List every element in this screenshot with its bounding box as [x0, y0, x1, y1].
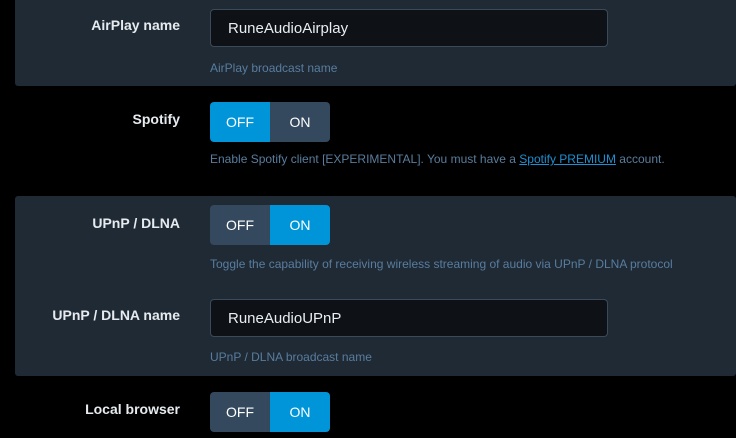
spotify-off-button[interactable]: OFF: [210, 102, 270, 142]
local-browser-label: Local browser: [85, 401, 180, 417]
spotify-help-prefix: Enable Spotify client [EXPERIMENTAL]. Yo…: [210, 152, 520, 166]
settings-page: AirPlay name AirPlay broadcast name Spot…: [0, 0, 736, 438]
upnp-name-label: UPnP / DLNA name: [52, 307, 180, 323]
spotify-label: Spotify: [132, 111, 180, 127]
spotify-help: Enable Spotify client [EXPERIMENTAL]. Yo…: [210, 152, 665, 166]
spotify-toggle[interactable]: OFF ON: [210, 102, 330, 142]
spotify-premium-link[interactable]: Spotify PREMIUM: [519, 152, 616, 166]
upnp-label: UPnP / DLNA: [92, 215, 180, 231]
airplay-name-help: AirPlay broadcast name: [210, 61, 338, 75]
local-browser-on-button[interactable]: ON: [270, 392, 330, 432]
local-browser-toggle[interactable]: OFF ON: [210, 392, 330, 432]
upnp-on-button[interactable]: ON: [270, 205, 330, 245]
spotify-help-suffix: account.: [615, 152, 665, 166]
upnp-off-button[interactable]: OFF: [210, 205, 270, 245]
airplay-name-input[interactable]: [210, 9, 608, 47]
upnp-help: Toggle the capability of receiving wirel…: [210, 257, 673, 271]
upnp-toggle[interactable]: OFF ON: [210, 205, 330, 245]
spotify-on-button[interactable]: ON: [270, 102, 330, 142]
upnp-name-help: UPnP / DLNA broadcast name: [210, 350, 372, 364]
local-browser-off-button[interactable]: OFF: [210, 392, 270, 432]
airplay-name-label: AirPlay name: [91, 17, 180, 33]
upnp-name-input[interactable]: [210, 299, 608, 337]
